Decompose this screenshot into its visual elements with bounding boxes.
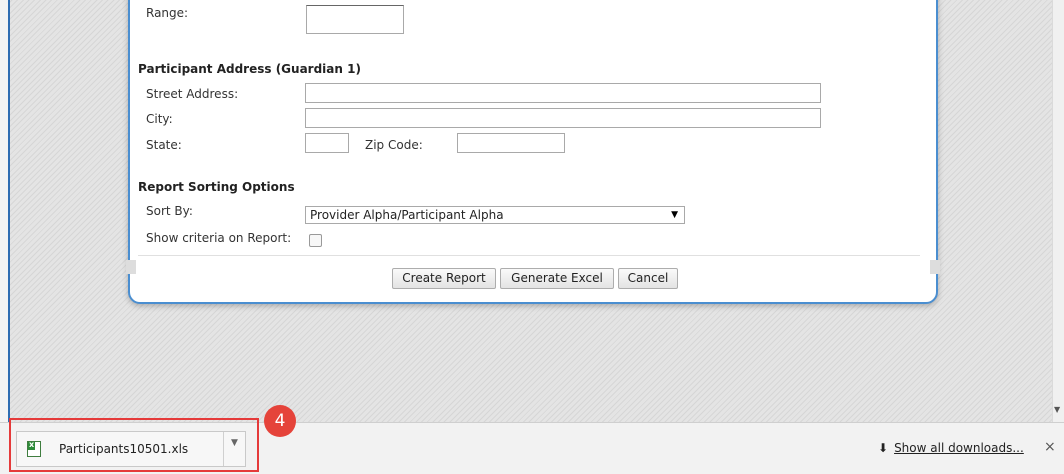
report-dialog: Range: Participant Address (Guardian 1) … [126,0,940,304]
sort-by-select[interactable]: Provider Alpha/Participant Alpha ▼ [305,206,685,224]
state-input[interactable] [305,133,349,153]
create-report-button[interactable]: Create Report [392,268,496,289]
left-frame-edge [0,0,10,422]
cancel-button[interactable]: Cancel [618,268,678,289]
sorting-section-header: Report Sorting Options [138,180,295,194]
scroll-down-arrow-icon[interactable]: ▼ [1054,405,1060,414]
range-input[interactable] [306,5,404,34]
city-label: City: [146,112,173,126]
close-icon[interactable]: × [1044,439,1056,455]
show-all-downloads-link[interactable]: ⬇ Show all downloads... [878,441,1024,455]
show-all-downloads-text: Show all downloads... [894,441,1024,455]
range-label: Range: [146,6,189,20]
address-section-header: Participant Address (Guardian 1) [138,62,361,76]
annotation-highlight-box [9,418,259,472]
generate-excel-button[interactable]: Generate Excel [500,268,614,289]
dialog-right-tab [930,260,940,274]
state-label: State: [146,138,182,152]
download-arrow-icon: ⬇ [878,441,889,455]
dialog-left-tab [126,260,136,274]
annotation-step-badge: 4 [264,405,296,437]
zip-code-label: Zip Code: [365,138,423,152]
show-criteria-checkbox[interactable] [309,234,322,247]
sort-by-label: Sort By: [146,204,193,218]
street-address-input[interactable] [305,83,821,103]
form-divider [138,255,920,256]
city-input[interactable] [305,108,821,128]
zip-code-input[interactable] [457,133,565,153]
sort-by-value: Provider Alpha/Participant Alpha [310,208,504,222]
vertical-scrollbar[interactable] [1052,0,1064,422]
dropdown-arrow-icon: ▼ [671,210,678,220]
show-criteria-label: Show criteria on Report: [146,231,292,245]
street-address-label: Street Address: [146,87,239,101]
